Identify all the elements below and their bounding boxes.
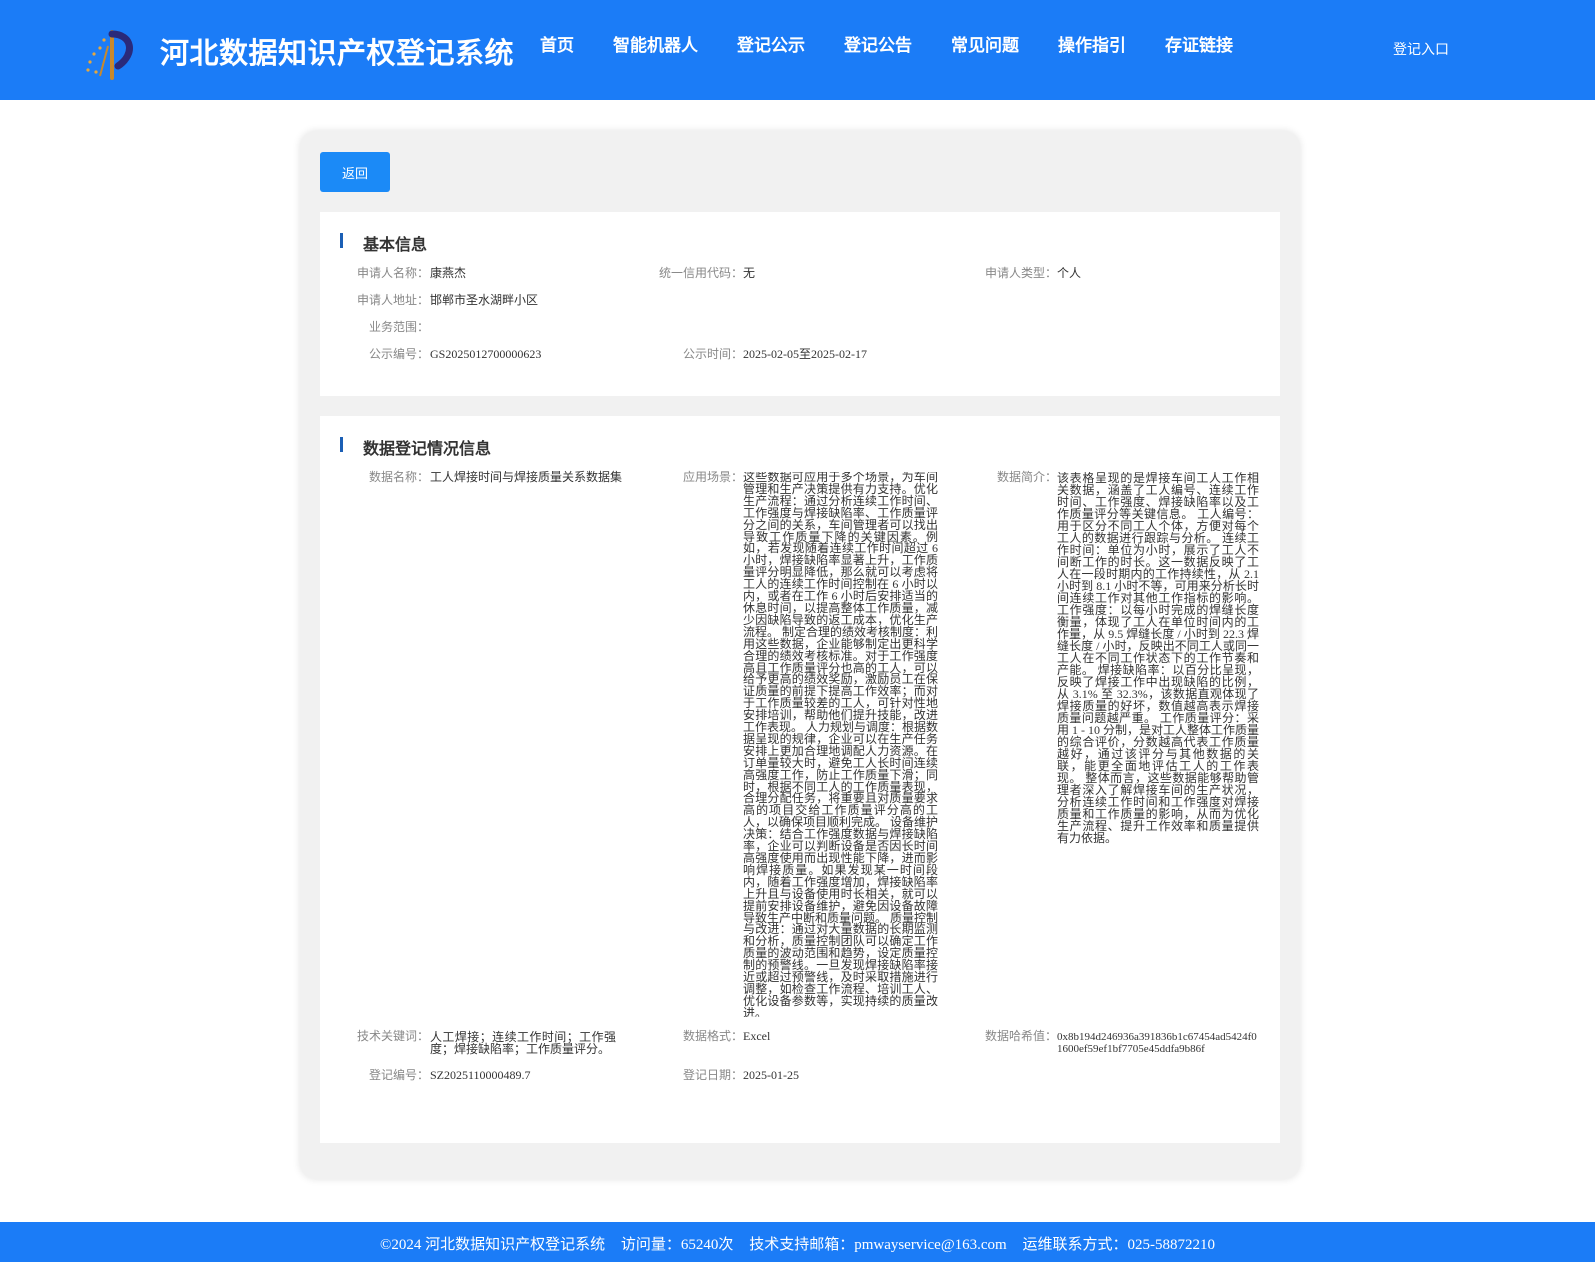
nav-guide[interactable]: 操作指引 (1058, 34, 1126, 58)
format-label: 数据格式： (682, 1029, 743, 1043)
applicant-type-value: 个人 (1057, 266, 1082, 280)
applicant-type-label: 申请人类型： (984, 266, 1057, 280)
login-link[interactable]: 登记入口 (1393, 39, 1449, 59)
keywords-label: 技术关键词： (356, 1029, 429, 1043)
top-header: 河北数据知识产权登记系统 首页 智能机器人 登记公示 登记公告 常见问题 操作指… (0, 0, 1595, 100)
nav-evidence-link[interactable]: 存证链接 (1165, 34, 1233, 58)
intro-value: 该表格呈现的是焊接车间工人工作相关数据，涵盖了工人编号、连续工作时间、工作强度、… (1057, 472, 1259, 844)
section-marker (340, 233, 343, 248)
credit-code-label: 统一信用代码： (658, 266, 743, 280)
footer-text: ©2024 河北数据知识产权登记系统 访问量：65240次 技术支持邮箱：pmw… (0, 1233, 1595, 1254)
registration-date-value: 2025-01-25 (743, 1068, 799, 1082)
footer-support-email: 技术支持邮箱：pmwayservice@163.com (749, 1237, 1007, 1253)
notice-number-value: GS2025012700000623 (430, 347, 542, 361)
applicant-name-label: 申请人名称： (356, 266, 429, 280)
detail-panel: 返回 基本信息 申请人名称： 康燕杰 统一信用代码： 无 申请人类型： 个人 申… (300, 131, 1300, 1179)
section-marker (340, 437, 343, 452)
basic-info-title: 基本信息 (363, 235, 428, 254)
footer-copyright: ©2024 河北数据知识产权登记系统 (380, 1237, 606, 1253)
hash-label: 数据哈希值： (984, 1029, 1057, 1043)
site-title: 河北数据知识产权登记系统 (160, 36, 515, 70)
keywords-value: 人工焊接；连续工作时间；工作强度；焊接缺陷率；工作质量评分。 (430, 1030, 616, 1056)
nav-registration-notice[interactable]: 登记公示 (737, 34, 805, 58)
registration-number-label: 登记编号： (368, 1068, 429, 1082)
notice-number-label: 公示编号： (368, 347, 429, 361)
data-registration-title: 数据登记情况信息 (363, 439, 492, 458)
data-registration-card: 数据登记情况信息 数据名称： 工人焊接时间与焊接质量关系数据集 应用场景： 这些… (320, 416, 1280, 1143)
logo-emblem-icon[interactable] (82, 26, 138, 80)
back-button[interactable]: 返回 (320, 152, 390, 192)
footer-visits: 访问量：65240次 (620, 1237, 734, 1253)
registration-date-label: 登记日期： (682, 1068, 743, 1082)
nav-home[interactable]: 首页 (540, 34, 574, 58)
nav-robot[interactable]: 智能机器人 (613, 34, 698, 58)
address-value: 邯郸市圣水湖畔小区 (430, 293, 539, 307)
registration-number-value: SZ2025110000489.7 (430, 1068, 531, 1082)
scenario-value: 这些数据可应用于多个场景，为车间管理和生产决策提供有力支持。优化生产流程：通过分… (743, 472, 938, 1017)
intro-label: 数据简介： (996, 470, 1057, 484)
basic-info-card: 基本信息 申请人名称： 康燕杰 统一信用代码： 无 申请人类型： 个人 申请人地… (320, 212, 1280, 396)
applicant-name-value: 康燕杰 (430, 266, 467, 280)
notice-time-label: 公示时间： (682, 347, 743, 361)
footer-ops-contact: 运维联系方式：025-58872210 (1022, 1237, 1215, 1253)
scenario-label: 应用场景： (682, 470, 743, 484)
footer: ©2024 河北数据知识产权登记系统 访问量：65240次 技术支持邮箱：pmw… (0, 1222, 1595, 1262)
nav-faq[interactable]: 常见问题 (951, 34, 1019, 58)
notice-time-value: 2025-02-05至2025-02-17 (743, 347, 867, 361)
hash-value: 0x8b194d246936a391836b1c67454ad5424f0160… (1057, 1031, 1257, 1055)
data-name-value: 工人焊接时间与焊接质量关系数据集 (430, 470, 623, 484)
data-name-label: 数据名称： (368, 470, 429, 484)
address-label: 申请人地址： (356, 293, 429, 307)
credit-code-value: 无 (743, 266, 756, 280)
main-nav: 首页 智能机器人 登记公示 登记公告 常见问题 操作指引 存证链接 (540, 34, 1272, 58)
scope-label: 业务范围： (368, 320, 429, 334)
nav-registration-announcement[interactable]: 登记公告 (844, 34, 912, 58)
format-value: Excel (743, 1029, 771, 1043)
